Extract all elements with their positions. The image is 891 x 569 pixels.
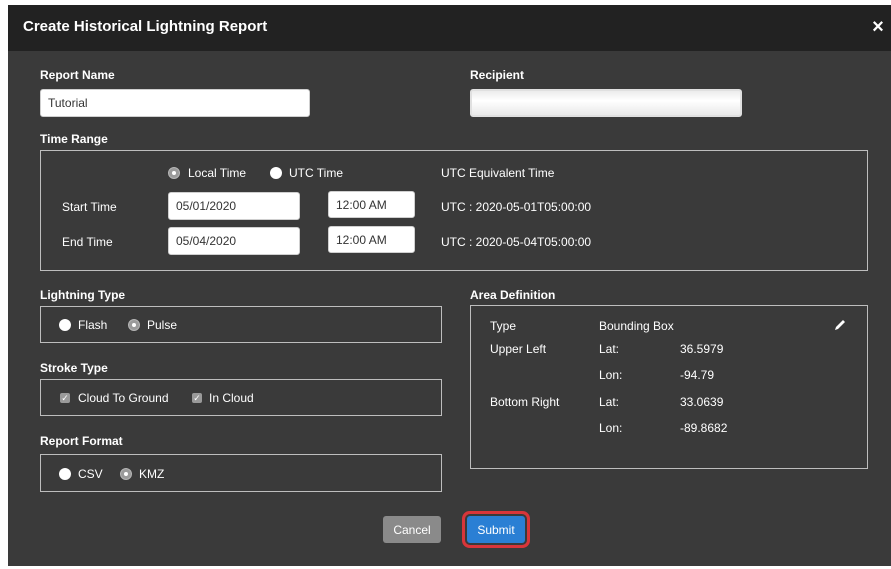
area-type-label: Type: [490, 319, 517, 333]
lightning-type-label: Lightning Type: [40, 288, 126, 302]
report-dialog: Create Historical Lightning Report × Rep…: [8, 5, 891, 566]
report-format-label: Report Format: [40, 434, 123, 448]
end-time-label: End Time: [62, 235, 113, 249]
in-cloud-label: In Cloud: [209, 391, 254, 405]
utc-time-label: UTC Time: [289, 166, 343, 180]
report-format-panel: CSV KMZ: [40, 454, 442, 492]
pulse-radio[interactable]: [128, 319, 140, 331]
upper-left-lat-label: Lat:: [599, 342, 620, 356]
area-definition-label: Area Definition: [470, 288, 556, 302]
upper-left-lat-value: 36.5979: [680, 342, 724, 356]
report-name-label: Report Name: [40, 68, 115, 82]
csv-label: CSV: [78, 467, 103, 481]
recipient-input[interactable]: [470, 89, 742, 117]
flash-label: Flash: [78, 318, 108, 332]
cancel-button[interactable]: Cancel: [383, 516, 441, 543]
submit-button[interactable]: Submit: [467, 516, 525, 543]
end-date-input[interactable]: 05/04/2020: [168, 227, 300, 255]
bottom-right-lon-value: -89.8682: [680, 421, 728, 435]
time-range-label: Time Range: [40, 132, 108, 146]
bottom-right-lat-value: 33.0639: [680, 395, 724, 409]
bottom-right-label: Bottom Right: [490, 395, 560, 409]
dialog-titlebar: Create Historical Lightning Report ×: [8, 5, 891, 51]
upper-left-label: Upper Left: [490, 342, 547, 356]
csv-radio[interactable]: [59, 468, 71, 480]
pencil-icon[interactable]: [833, 318, 847, 332]
bottom-right-lon-label: Lon:: [599, 421, 623, 435]
end-time-input[interactable]: 12:00 AM: [328, 226, 415, 253]
utc-time-radio[interactable]: [270, 167, 282, 179]
end-utc-value: UTC : 2020-05-04T05:00:00: [441, 235, 592, 249]
pulse-label: Pulse: [147, 318, 178, 332]
flash-radio[interactable]: [59, 319, 71, 331]
upper-left-lon-label: Lon:: [599, 368, 623, 382]
close-icon[interactable]: ×: [868, 17, 888, 37]
in-cloud-checkbox[interactable]: ✓: [192, 393, 202, 403]
start-utc-value: UTC : 2020-05-01T05:00:00: [441, 200, 592, 214]
utc-equivalent-header: UTC Equivalent Time: [441, 166, 555, 180]
upper-left-lon-value: -94.79: [680, 368, 715, 382]
kmz-label: KMZ: [139, 467, 165, 481]
start-time-label: Start Time: [62, 200, 117, 214]
time-range-panel: Local Time UTC Time UTC Equivalent Time …: [40, 150, 868, 271]
start-time-input[interactable]: 12:00 AM: [328, 191, 415, 218]
area-type-value: Bounding Box: [599, 319, 674, 333]
dialog-title: Create Historical Lightning Report: [23, 18, 268, 35]
local-time-radio[interactable]: [168, 167, 180, 179]
stroke-type-label: Stroke Type: [40, 361, 108, 375]
lightning-type-panel: Flash Pulse: [40, 306, 442, 343]
stroke-type-panel: ✓ Cloud To Ground ✓ In Cloud: [40, 379, 442, 416]
report-name-input[interactable]: Tutorial: [40, 89, 310, 117]
local-time-label: Local Time: [188, 166, 247, 180]
bottom-right-lat-label: Lat:: [599, 395, 620, 409]
cloud-to-ground-checkbox[interactable]: ✓: [60, 393, 70, 403]
cloud-to-ground-label: Cloud To Ground: [78, 391, 169, 405]
recipient-label: Recipient: [470, 68, 525, 82]
area-definition-panel: Type Bounding Box Upper Left Lat: 36.597…: [470, 305, 868, 469]
kmz-radio[interactable]: [120, 468, 132, 480]
start-date-input[interactable]: 05/01/2020: [168, 192, 300, 220]
